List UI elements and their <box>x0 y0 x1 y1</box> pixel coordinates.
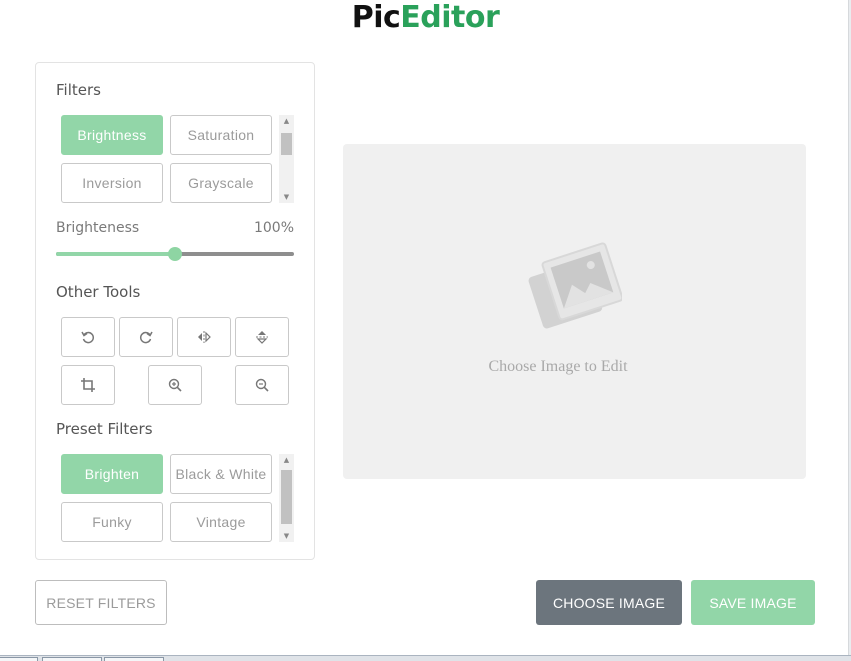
controls-panel: Filters Brightness Saturation Inversion … <box>35 62 315 560</box>
taskbar-item[interactable] <box>104 657 164 661</box>
brightness-slider[interactable] <box>56 247 294 261</box>
scroll-up-arrow-icon[interactable]: ▲ <box>279 115 294 127</box>
preset-filters-title: Preset Filters <box>56 420 153 438</box>
preset-options: Brighten Black & White Funky Vintage <box>61 454 295 546</box>
taskbar-strip <box>0 655 851 661</box>
slider-label: Brighteness <box>56 220 140 236</box>
zoom-out-button[interactable] <box>235 365 289 405</box>
crop-button[interactable] <box>61 365 115 405</box>
image-preview-area[interactable]: Choose Image to Edit <box>343 144 806 479</box>
taskbar-item[interactable] <box>42 657 102 661</box>
slider-value: 100% <box>253 220 294 236</box>
slider-thumb[interactable] <box>168 247 182 261</box>
filters-title: Filters <box>56 81 101 99</box>
rotate-left-icon <box>81 331 95 344</box>
zoom-in-icon <box>168 378 182 392</box>
flip-vertical-icon <box>256 331 268 344</box>
app-title-pic: Pic <box>351 0 401 35</box>
zoom-out-icon <box>255 378 269 392</box>
preset-brighten-button[interactable]: Brighten <box>61 454 163 494</box>
preset-vintage-button[interactable]: Vintage <box>170 502 272 542</box>
filter-options: Brightness Saturation Inversion Grayscal… <box>61 115 295 207</box>
flip-vertical-button[interactable] <box>235 317 289 357</box>
image-placeholder-icon <box>528 242 622 329</box>
scroll-up-arrow-icon[interactable]: ▲ <box>279 454 294 466</box>
rotate-right-icon <box>139 331 153 344</box>
choose-image-button[interactable]: CHOOSE IMAGE <box>536 580 682 625</box>
zoom-in-button[interactable] <box>148 365 202 405</box>
flip-horizontal-icon <box>198 331 211 343</box>
scroll-down-arrow-icon[interactable]: ▼ <box>279 191 294 203</box>
presets-scrollbar[interactable]: ▲ ▼ <box>279 454 294 542</box>
scroll-thumb[interactable] <box>281 133 292 155</box>
slider-fill <box>56 252 175 256</box>
preview-placeholder-text: Choose Image to Edit <box>488 358 628 375</box>
filter-saturation-button[interactable]: Saturation <box>170 115 272 155</box>
other-tools-title: Other Tools <box>56 283 141 301</box>
app-title-editor: Editor <box>400 0 500 35</box>
flip-horizontal-button[interactable] <box>177 317 231 357</box>
reset-filters-button[interactable]: RESET FILTERS <box>35 580 167 625</box>
filter-inversion-button[interactable]: Inversion <box>61 163 163 203</box>
preset-funky-button[interactable]: Funky <box>61 502 163 542</box>
app-title: PicEditor <box>0 0 851 36</box>
scroll-thumb[interactable] <box>281 470 292 524</box>
save-image-button[interactable]: SAVE IMAGE <box>691 580 815 625</box>
scroll-down-arrow-icon[interactable]: ▼ <box>279 530 294 542</box>
filter-grayscale-button[interactable]: Grayscale <box>170 163 272 203</box>
filters-scrollbar[interactable]: ▲ ▼ <box>279 115 294 203</box>
rotate-left-button[interactable] <box>61 317 115 357</box>
taskbar-item[interactable] <box>0 657 38 661</box>
filter-brightness-button[interactable]: Brightness <box>61 115 163 155</box>
preset-black-white-button[interactable]: Black & White <box>170 454 272 494</box>
crop-icon <box>81 378 95 392</box>
rotate-right-button[interactable] <box>119 317 173 357</box>
